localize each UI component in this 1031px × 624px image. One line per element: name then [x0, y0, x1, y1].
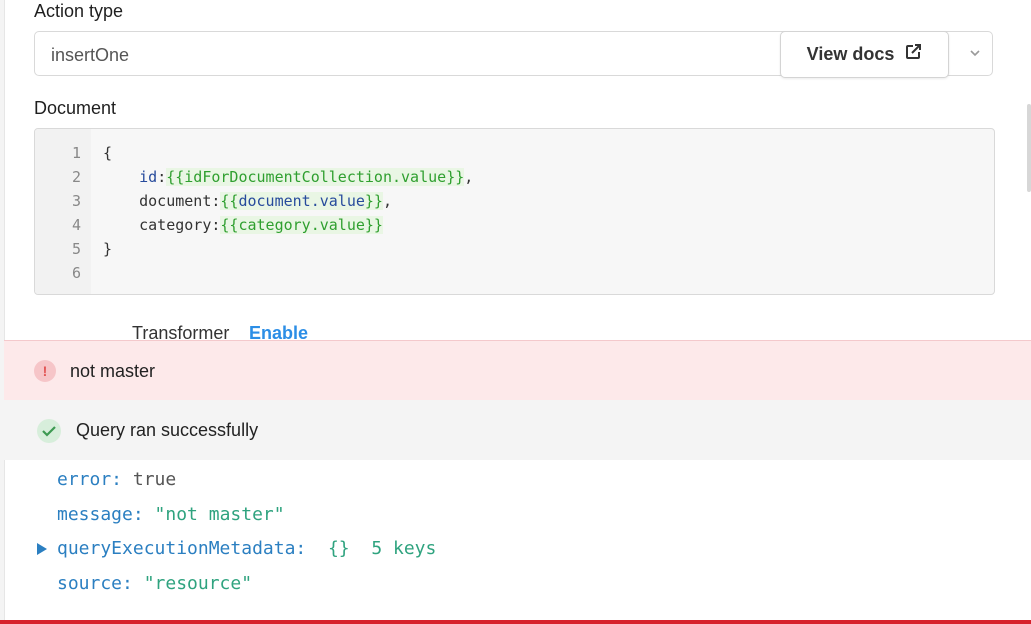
code-line: { [103, 144, 113, 162]
result-value: {} [327, 538, 350, 559]
code-key: document [139, 192, 212, 210]
action-type-select[interactable]: insertOne View docs [34, 31, 993, 78]
check-icon [37, 419, 61, 443]
line-number: 1 [71, 144, 81, 162]
template-expr: idForDocumentCollection.value [184, 168, 447, 186]
code-key: id [139, 168, 158, 186]
success-message: Query ran successfully [76, 420, 259, 440]
template-close: }} [364, 216, 383, 234]
document-code-editor[interactable]: 1 2 3 4 5 6 { id:{{idForDocumentCollecti… [34, 128, 995, 295]
bottom-status-bar [0, 620, 1031, 624]
result-row-error: error: true [57, 469, 176, 490]
result-value: "not master" [154, 504, 285, 525]
result-key: source: [57, 573, 133, 594]
view-docs-button[interactable]: View docs [780, 31, 949, 78]
scrollbar[interactable] [1027, 104, 1031, 192]
result-value: "resource" [143, 573, 253, 594]
code-line: category:{{category.value}} [139, 216, 383, 234]
line-number: 4 [71, 216, 81, 234]
template-open: {{ [220, 216, 239, 234]
document-label: Document [34, 98, 117, 118]
code-line: document:{{document.value}}, [139, 192, 392, 210]
code-line: } [103, 240, 113, 258]
line-number: 2 [71, 168, 81, 186]
external-link-icon [904, 43, 922, 66]
action-type-value: insertOne [51, 45, 130, 65]
error-alert: ! not master [4, 340, 1031, 401]
result-row-source: source: "resource" [57, 573, 252, 594]
expand-triangle-icon[interactable] [37, 543, 47, 555]
line-number: 3 [71, 192, 81, 210]
result-row-message: message: "not master" [57, 504, 285, 525]
template-open: {{ [220, 192, 239, 210]
code-key: category [139, 216, 212, 234]
error-message: not master [70, 361, 156, 381]
code-line: id:{{idForDocumentCollection.value}}, [139, 168, 474, 186]
template-expression: {{category.value}} [220, 216, 383, 234]
exclamation-icon: ! [34, 360, 56, 382]
result-count: 5 keys [371, 538, 437, 559]
line-number: 6 [71, 264, 81, 282]
template-expr: document.value [238, 192, 365, 210]
result-key: queryExecutionMetadata: [57, 538, 307, 559]
template-close: }} [364, 192, 383, 210]
template-expr: category.value [238, 216, 365, 234]
chevron-down-icon[interactable] [968, 46, 982, 60]
result-key: error: [57, 469, 123, 490]
result-key: message: [57, 504, 144, 525]
left-border [0, 0, 5, 624]
template-expression: {{document.value}} [220, 192, 383, 210]
result-value: true [132, 469, 177, 490]
template-expression: {{idForDocumentCollection.value}} [166, 168, 465, 186]
template-close: }} [446, 168, 465, 186]
template-open: {{ [166, 168, 185, 186]
action-type-label: Action type [34, 1, 124, 21]
line-number: 5 [71, 240, 81, 258]
result-row-metadata[interactable]: queryExecutionMetadata: {} 5 keys [57, 538, 436, 559]
view-docs-label: View docs [806, 44, 895, 64]
success-alert: Query ran successfully [4, 400, 1031, 460]
